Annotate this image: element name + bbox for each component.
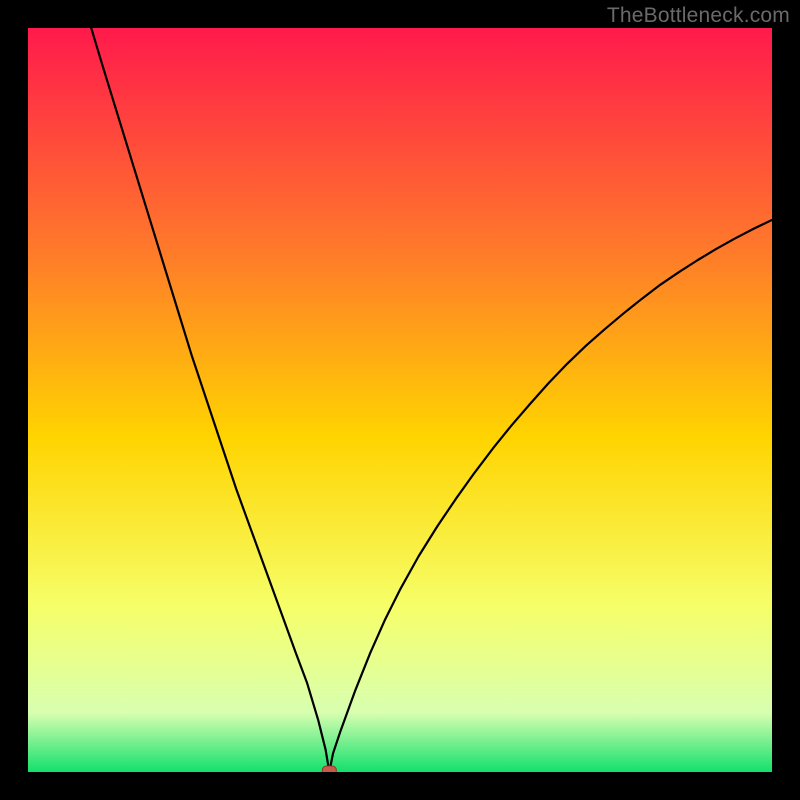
chart-frame: TheBottleneck.com bbox=[0, 0, 800, 800]
plot-svg bbox=[28, 28, 772, 772]
gradient-background bbox=[28, 28, 772, 772]
watermark-text: TheBottleneck.com bbox=[607, 4, 790, 28]
plot-area bbox=[28, 28, 772, 772]
optimum-marker bbox=[322, 766, 336, 772]
